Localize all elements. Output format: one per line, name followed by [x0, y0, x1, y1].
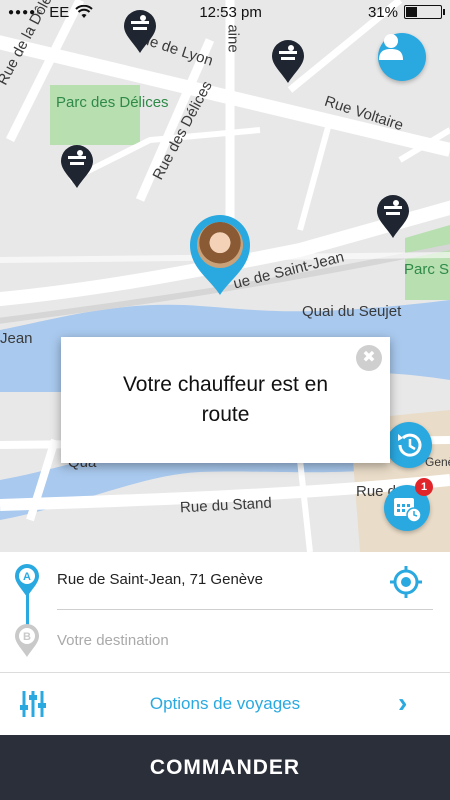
taxi-pin-icon[interactable] [60, 145, 94, 189]
destination-marker-icon: B [15, 624, 39, 657]
park-label: Parc des Délices [56, 94, 169, 111]
carrier-name: EE [49, 3, 70, 21]
driver-pin-icon[interactable] [188, 213, 252, 297]
map-view[interactable]: Rue de la Dôle Rue de Lyon Rue Voltaire … [0, 0, 450, 552]
status-bar: ●●●●○ EE 12:53 pm 31% [0, 0, 450, 24]
signal-strength-icon: ●●●●○ [8, 6, 44, 18]
trip-options-row[interactable]: Options de voyages › [0, 673, 450, 735]
driver-status-popup: ✖ Votre chauffeur est en route [61, 337, 390, 463]
divider [57, 609, 433, 610]
pickup-address[interactable]: Rue de Saint-Jean, 71 Genève [57, 571, 263, 588]
destination-marker-letter: B [23, 631, 31, 643]
chevron-right-icon: › [398, 687, 408, 718]
pickup-row[interactable]: Rue de Saint-Jean, 71 Genève [0, 556, 450, 608]
target-icon[interactable] [388, 564, 424, 600]
trip-options-label: Options de voyages [149, 694, 301, 713]
user-icon [379, 34, 403, 60]
order-button[interactable]: COMMANDER [0, 735, 450, 800]
clock: 12:53 pm [199, 3, 262, 21]
profile-button[interactable] [378, 33, 426, 81]
history-icon [398, 433, 422, 457]
taxi-pin-icon[interactable] [376, 195, 410, 239]
popup-message: Votre chauffeur est en route [122, 373, 329, 426]
street-label: Jean [0, 330, 33, 347]
street-label: Quai du Seujet [302, 303, 402, 320]
close-icon[interactable]: ✖ [356, 345, 382, 371]
street-label: aine [224, 24, 242, 53]
schedule-count-badge: 1 [415, 478, 433, 496]
driver-avatar [197, 222, 243, 268]
taxi-pin-icon[interactable] [271, 40, 305, 84]
destination-field[interactable]: Votre destination [57, 632, 169, 649]
wifi-icon [75, 5, 93, 18]
park-label: Parc S [404, 261, 450, 278]
history-button[interactable] [386, 422, 432, 468]
battery-percent: 31% [367, 3, 398, 21]
battery-icon [403, 5, 445, 19]
